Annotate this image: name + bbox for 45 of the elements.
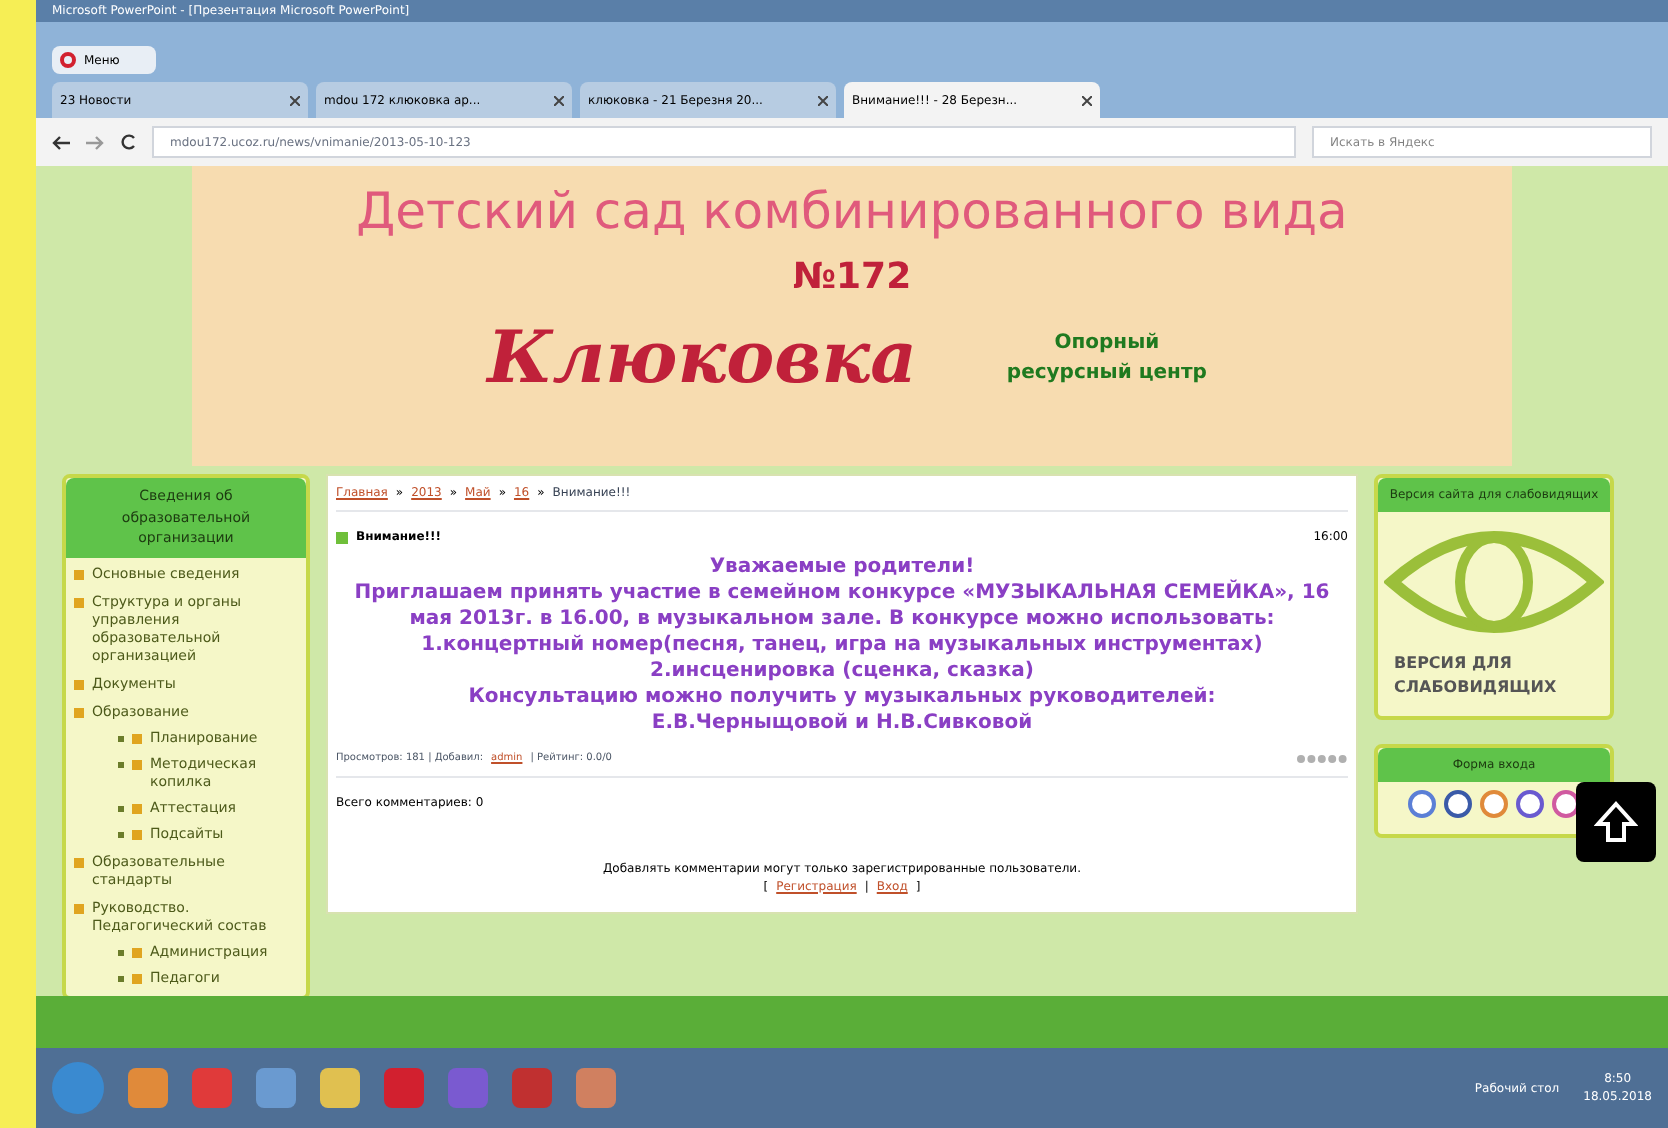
post-text: Консультацию можно получить у музыкальных руководителей: bbox=[468, 684, 1216, 710]
bullet-icon bbox=[118, 831, 124, 837]
bullet-icon bbox=[118, 975, 124, 981]
post-icon bbox=[336, 531, 348, 543]
close-icon[interactable] bbox=[1082, 95, 1092, 105]
taskbar-app-icon[interactable] bbox=[320, 1068, 360, 1108]
bullet-icon bbox=[118, 805, 124, 811]
bullet-icon bbox=[132, 733, 142, 743]
bullet-icon bbox=[132, 803, 142, 813]
bullet-icon bbox=[118, 735, 124, 741]
close-icon[interactable] bbox=[290, 95, 300, 105]
bullet-icon bbox=[132, 973, 142, 983]
bullet-icon bbox=[118, 949, 124, 955]
bullet-icon bbox=[132, 947, 142, 957]
accessibility-link[interactable]: ВЕРСИЯ ДЛЯ СЛАБОВИДЯЩИХ bbox=[1394, 652, 1594, 700]
scroll-top-button[interactable] bbox=[1576, 782, 1656, 862]
back-icon[interactable] bbox=[52, 135, 70, 149]
site-number: №172 bbox=[792, 253, 912, 301]
post-text: Уважаемые родители! bbox=[709, 554, 975, 580]
social-icon[interactable] bbox=[1444, 790, 1472, 818]
opera-logo-icon bbox=[60, 52, 76, 68]
bullet-icon bbox=[74, 679, 84, 689]
site-title: Детский сад комбинированного вида bbox=[356, 180, 1348, 244]
close-icon[interactable] bbox=[818, 95, 828, 105]
start-button[interactable] bbox=[52, 1062, 104, 1114]
close-icon[interactable] bbox=[554, 95, 564, 105]
post-text: 2.инсценировка (сценка, сказка) bbox=[650, 658, 1034, 684]
bullet-icon bbox=[74, 569, 84, 579]
post-text: 1.концертный номер(песня, танец, игра на музыкальных инструментах) bbox=[421, 632, 1263, 658]
forward-icon[interactable] bbox=[86, 135, 104, 149]
rating-icon bbox=[1296, 754, 1348, 765]
bullet-icon bbox=[74, 707, 84, 717]
reload-icon[interactable] bbox=[120, 134, 136, 150]
bullet-icon bbox=[74, 903, 84, 913]
bullet-icon bbox=[132, 829, 142, 839]
post-text: Е.В.Черныщовой и Н.В.Сивковой bbox=[651, 710, 1033, 736]
site-name: Клюковка bbox=[487, 313, 917, 403]
bullet-icon bbox=[74, 857, 84, 867]
post-text: Приглашаем принять участие в семейном конкурсе «МУЗЫКАЛЬНАЯ СЕМЕЙКА», 16 мая 2013г. в 16.00, в музыкальном зале. В конкурсе можно использовать: bbox=[352, 580, 1332, 632]
up-arrow-icon bbox=[1594, 800, 1638, 844]
bullet-icon bbox=[74, 597, 84, 607]
taskbar-app-icon[interactable] bbox=[128, 1068, 168, 1108]
bullet-icon bbox=[118, 761, 124, 767]
bullet-icon bbox=[132, 759, 142, 769]
badge-text: Опорный ресурсный центр bbox=[1004, 329, 1209, 387]
